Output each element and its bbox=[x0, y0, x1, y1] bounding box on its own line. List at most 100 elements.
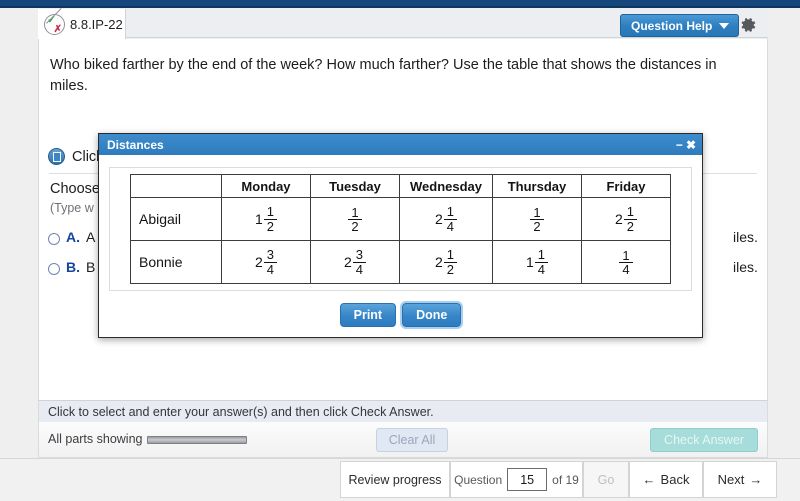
minimize-icon[interactable]: − bbox=[676, 138, 683, 152]
dialog-body: Monday Tuesday Wednesday Thursday Friday Abig… bbox=[99, 155, 702, 337]
whole-part: 2 bbox=[434, 254, 443, 270]
answer-option-b[interactable]: B. B bbox=[48, 259, 95, 275]
fraction: 34 bbox=[263, 248, 277, 276]
cell-abigail-friday: 212 bbox=[581, 197, 671, 241]
denominator: 4 bbox=[263, 261, 277, 276]
table-corner-cell bbox=[129, 174, 222, 198]
popup-table-icon[interactable] bbox=[48, 148, 65, 165]
progress-bar[interactable] bbox=[147, 436, 247, 444]
column-header-friday: Friday bbox=[581, 174, 671, 198]
cell-bonnie-thursday: 114 bbox=[492, 240, 582, 284]
go-button[interactable]: Go bbox=[583, 461, 629, 498]
arrow-left-icon: ← bbox=[642, 472, 656, 487]
table-header-row: Monday Tuesday Wednesday Thursday Friday bbox=[129, 174, 671, 198]
cell-abigail-tuesday: 12 bbox=[309, 197, 400, 241]
print-button[interactable]: Print bbox=[339, 303, 397, 327]
numerator: 1 bbox=[533, 204, 541, 220]
denominator: 2 bbox=[443, 261, 457, 276]
back-button[interactable]: ← Back bbox=[629, 461, 703, 498]
whole-part: 1 bbox=[525, 254, 534, 270]
done-button[interactable]: Done bbox=[400, 301, 464, 329]
numerator: 1 bbox=[446, 247, 454, 263]
question-number-input[interactable] bbox=[507, 468, 548, 491]
go-label: Go bbox=[597, 472, 615, 487]
option-b-tail: iles. bbox=[733, 259, 758, 275]
mixed-number: 214 bbox=[435, 205, 457, 233]
question-word-label: Question bbox=[454, 472, 503, 487]
option-a-letter: A. bbox=[66, 229, 80, 245]
denominator: 4 bbox=[534, 261, 549, 276]
next-label: Next bbox=[717, 472, 745, 487]
cell-abigail-thursday: 12 bbox=[492, 197, 582, 241]
fraction: 12 bbox=[530, 204, 544, 234]
numerator: 1 bbox=[446, 204, 454, 220]
radio-option-a[interactable] bbox=[48, 233, 60, 245]
fraction: 34 bbox=[352, 247, 366, 276]
fraction: 14 bbox=[534, 247, 549, 276]
type-hint-label: (Type w bbox=[50, 201, 94, 215]
dialog-title: Distances bbox=[107, 137, 164, 152]
arrow-right-icon: → bbox=[749, 472, 763, 487]
chevron-down-icon bbox=[719, 22, 730, 29]
question-text: Who biked farther by the end of the week… bbox=[50, 57, 717, 94]
column-header-wednesday: Wednesday bbox=[398, 174, 494, 198]
next-button[interactable]: Next → bbox=[703, 461, 777, 498]
question-help-button[interactable]: Question Help bbox=[620, 14, 740, 37]
review-progress-label: Review progress bbox=[348, 472, 442, 487]
denominator: 2 bbox=[348, 219, 362, 233]
check-answer-button[interactable]: Check Answer bbox=[650, 428, 758, 452]
review-progress-button[interactable]: Review progress bbox=[340, 461, 450, 498]
answer-option-a[interactable]: A. A bbox=[48, 229, 95, 245]
dialog-button-row: Print Done bbox=[99, 301, 702, 329]
fraction: 12 bbox=[348, 204, 362, 234]
close-icon[interactable]: ✖ bbox=[686, 138, 696, 152]
denominator: 2 bbox=[263, 218, 277, 233]
clear-all-button[interactable]: Clear All bbox=[376, 428, 448, 452]
distances-table: Monday Tuesday Wednesday Thursday Friday Abig… bbox=[129, 174, 671, 284]
tab-question-8-8-ip-22[interactable]: ✓ ✗ 8.8.IP-22 bbox=[38, 7, 126, 39]
fraction: 12 bbox=[623, 204, 638, 233]
cell-bonnie-friday: 14 bbox=[581, 240, 671, 284]
table-row: Abigail 1 1 2 1 2 2 1 4 1 2 2 1 2 bbox=[129, 197, 671, 241]
question-number-group: Question of 19 bbox=[450, 461, 583, 498]
row-label-abigail: Abigail bbox=[129, 197, 222, 241]
mixed-number: 114 bbox=[525, 247, 549, 276]
check-x-circle-icon: ✓ ✗ bbox=[44, 7, 65, 35]
tab-label: 8.8.IP-22 bbox=[70, 16, 123, 32]
choose-label: Choose bbox=[50, 181, 100, 197]
action-bar: All parts showing Clear All Check Answer bbox=[38, 422, 768, 458]
dialog-title-bar[interactable]: Distances bbox=[99, 134, 702, 155]
column-header-tuesday: Tuesday bbox=[309, 174, 400, 198]
cell-bonnie-monday: 234 bbox=[220, 240, 311, 284]
mixed-number: 12 bbox=[348, 204, 362, 234]
whole-part: 2 bbox=[434, 211, 443, 227]
denominator: 4 bbox=[443, 218, 457, 233]
numerator: 1 bbox=[622, 247, 630, 263]
cell-abigail-wednesday: 214 bbox=[398, 197, 494, 241]
numerator: 3 bbox=[355, 247, 363, 263]
numerator: 1 bbox=[351, 204, 359, 220]
fraction: 12 bbox=[263, 204, 277, 233]
mixed-number: 12 bbox=[530, 204, 544, 234]
fraction: 14 bbox=[619, 247, 633, 277]
cell-bonnie-tuesday: 234 bbox=[309, 240, 400, 284]
mixed-number: 234 bbox=[344, 248, 366, 276]
numerator: 1 bbox=[537, 247, 546, 263]
numerator: 1 bbox=[626, 204, 635, 220]
radio-option-b[interactable] bbox=[48, 263, 60, 275]
gear-icon[interactable] bbox=[738, 15, 758, 35]
mixed-number: 14 bbox=[619, 247, 633, 277]
option-b-letter: B. bbox=[66, 259, 80, 275]
instruction-text: Click to select and enter your answer(s)… bbox=[48, 404, 434, 419]
bottom-navigation-bar: Review progress Question of 19 Go ← Back… bbox=[0, 458, 800, 501]
denominator: 2 bbox=[530, 219, 544, 233]
of-total-label: of 19 bbox=[552, 472, 579, 487]
column-header-monday: Monday bbox=[220, 174, 311, 198]
mixed-number: 212 bbox=[615, 204, 638, 233]
distances-dialog: Distances − ✖ Monday Tuesday Wednesday Thur… bbox=[98, 133, 703, 338]
instruction-bar: Click to select and enter your answer(s)… bbox=[38, 400, 768, 422]
print-label: Print bbox=[353, 308, 383, 322]
numerator: 1 bbox=[266, 204, 274, 220]
mixed-number: 234 bbox=[255, 248, 277, 276]
fraction: 12 bbox=[443, 247, 457, 276]
